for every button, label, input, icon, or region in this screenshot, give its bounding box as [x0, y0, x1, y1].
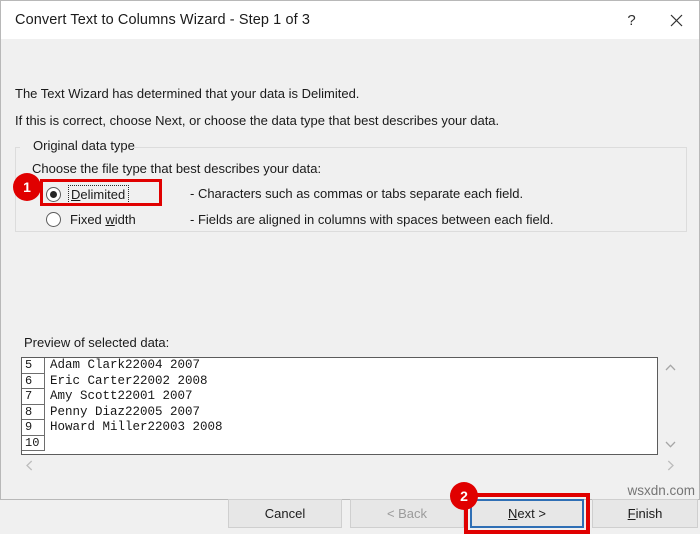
preview-row-number: 6 — [22, 373, 45, 389]
preview-label: Preview of selected data: — [24, 335, 170, 350]
original-data-type-label: Original data type — [28, 138, 140, 153]
preview-row: 7 Amy Scott22001 2007 — [22, 389, 657, 405]
chevron-up-icon[interactable] — [662, 359, 679, 376]
watermark: wsxdn.com — [627, 483, 695, 498]
close-icon[interactable] — [654, 1, 699, 39]
preview-row-text: Amy Scott22001 2007 — [50, 389, 193, 403]
chevron-right-icon[interactable] — [662, 457, 679, 474]
preview-row-text: Adam Clark22004 2007 — [50, 358, 201, 372]
radio-delimited-description: - Characters such as commas or tabs sepa… — [190, 186, 524, 201]
back-button[interactable]: < Back — [350, 499, 464, 528]
preview-row-text: Howard Miller22003 2008 — [50, 420, 223, 434]
next-button-label: Next > — [508, 506, 546, 521]
next-button[interactable]: Next > — [470, 499, 584, 528]
chevron-down-icon[interactable] — [662, 436, 679, 453]
convert-text-to-columns-dialog: Convert Text to Columns Wizard - Step 1 … — [0, 0, 700, 534]
preview-row-text: Eric Carter22002 2008 — [50, 373, 208, 388]
annotation-badge-2: 2 — [450, 482, 478, 510]
dialog-title: Convert Text to Columns Wizard - Step 1 … — [15, 12, 311, 28]
radio-option-fixed-width[interactable]: Fixed width — [46, 211, 139, 228]
radio-delimited-label: Delimited — [68, 185, 130, 204]
preview-row: 5 Adam Clark22004 2007 — [22, 358, 657, 374]
preview-section: 5 Adam Clark22004 2007 6 Eric Carter2200… — [21, 357, 679, 477]
dialog-body: The Text Wizard has determined that your… — [1, 39, 699, 534]
radio-fixed-width-description: - Fields are aligned in columns with spa… — [190, 212, 554, 227]
preview-row-text — [45, 436, 50, 452]
annotation-badge-1: 1 — [13, 173, 41, 201]
radio-fixed-width-label: Fixed width — [70, 212, 136, 227]
preview-row-number: 5 — [22, 358, 45, 374]
intro-line-1: The Text Wizard has determined that your… — [15, 86, 360, 101]
preview-vertical-scrollbar[interactable] — [662, 357, 679, 455]
preview-row: 10 — [22, 435, 657, 452]
preview-row-number: 7 — [22, 389, 45, 405]
preview-row-text: Penny Diaz22005 2007 — [50, 404, 201, 419]
preview-horizontal-scrollbar[interactable] — [21, 457, 679, 475]
radio-fixed-width-indicator[interactable] — [46, 212, 61, 227]
help-icon[interactable]: ? — [609, 1, 654, 39]
preview-row-number: 10 — [22, 435, 45, 451]
cancel-button[interactable]: Cancel — [228, 499, 342, 528]
preview-data-box[interactable]: 5 Adam Clark22004 2007 6 Eric Carter2200… — [21, 357, 658, 455]
preview-row-number: 9 — [22, 420, 45, 436]
preview-row: 9 Howard Miller22003 2008 — [22, 420, 657, 436]
radio-delimited-indicator[interactable] — [46, 187, 61, 202]
intro-line-2: If this is correct, choose Next, or choo… — [15, 113, 500, 128]
preview-row: 8 Penny Diaz22005 2007 — [22, 404, 657, 420]
finish-button[interactable]: Finish — [592, 499, 698, 528]
preview-row: 6 Eric Carter22002 2008 — [22, 373, 657, 389]
chevron-left-icon[interactable] — [21, 457, 38, 474]
choose-file-type-instruction: Choose the file type that best describes… — [32, 161, 322, 176]
finish-button-label: Finish — [627, 506, 663, 521]
radio-option-delimited[interactable]: Delimited — [46, 185, 130, 204]
original-data-type-group: Original data type Choose the file type … — [15, 138, 687, 232]
preview-row-number: 8 — [22, 404, 45, 420]
dialog-titlebar: Convert Text to Columns Wizard - Step 1 … — [1, 1, 699, 39]
